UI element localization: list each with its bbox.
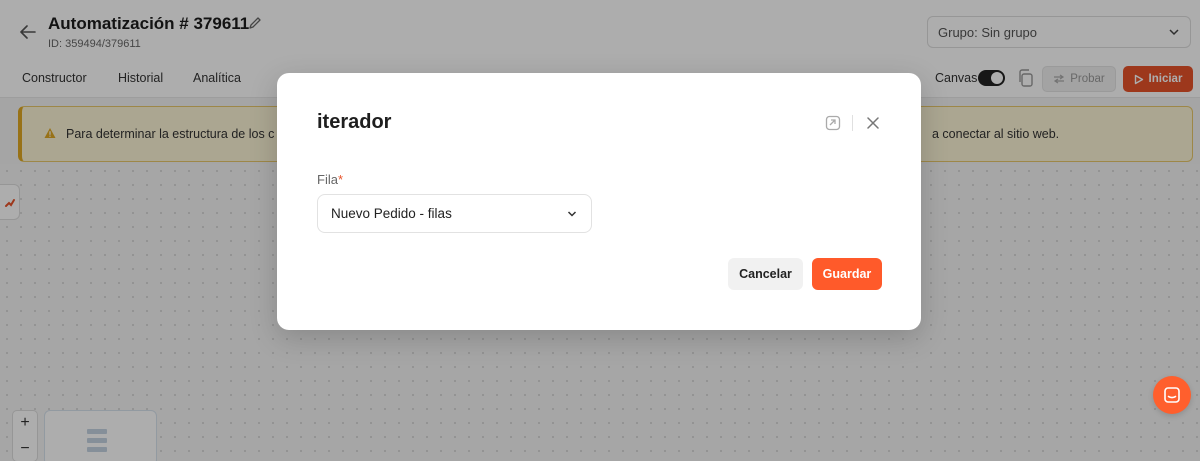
cancel-button[interactable]: Cancelar	[728, 258, 803, 290]
required-mark: *	[337, 172, 344, 187]
save-button[interactable]: Guardar	[812, 258, 882, 290]
fila-select-value: Nuevo Pedido - filas	[331, 206, 452, 221]
link-button[interactable]	[825, 115, 841, 131]
iterator-modal: iterador Fila* Nuevo Pedido - filas Canc…	[277, 73, 921, 330]
chat-button[interactable]	[1153, 376, 1191, 414]
modal-title: iterador	[317, 111, 392, 133]
fila-label: Fila*	[317, 172, 343, 187]
header-divider	[852, 115, 853, 131]
chat-icon	[1164, 387, 1180, 403]
chevron-down-icon	[567, 211, 577, 217]
fila-label-text: Fila	[317, 172, 338, 187]
fila-select[interactable]: Nuevo Pedido - filas	[317, 194, 592, 233]
close-button[interactable]	[864, 114, 882, 132]
link-icon	[825, 115, 841, 131]
close-icon	[867, 117, 879, 129]
